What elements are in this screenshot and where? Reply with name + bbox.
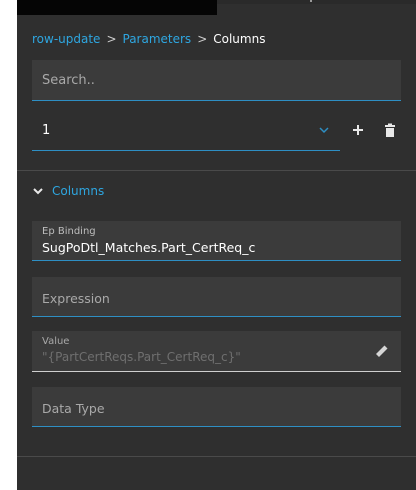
breadcrumb-row-update[interactable]: row-update <box>32 32 100 46</box>
breadcrumb-parameters[interactable]: Parameters <box>123 32 192 46</box>
data-type-placeholder: Data Type <box>42 401 105 416</box>
plus-icon[interactable] <box>350 122 366 138</box>
value-label: Value <box>42 336 70 347</box>
value-text: "{PartCertReqs.Part_CertReq_c}" <box>42 350 241 364</box>
pencil-icon[interactable] <box>374 343 390 359</box>
value-field[interactable]: Value "{PartCertReqs.Part_CertReq_c}" <box>32 331 401 372</box>
trash-icon[interactable] <box>382 122 398 138</box>
top-bar-marker <box>310 0 312 2</box>
breadcrumb-separator: > <box>106 32 117 46</box>
expression-field[interactable]: Expression <box>32 277 401 317</box>
data-type-field[interactable]: Data Type <box>32 387 401 427</box>
ep-binding-label: Ep Binding <box>42 226 96 237</box>
expression-placeholder: Expression <box>42 291 110 306</box>
section-divider <box>17 170 416 171</box>
chevron-down-icon <box>33 188 43 195</box>
breadcrumb-separator: > <box>197 32 208 46</box>
ep-binding-value: SugPoDtl_Matches.Part_CertReq_c <box>42 240 256 255</box>
breadcrumb-columns: Columns <box>213 32 266 46</box>
bottom-divider <box>17 456 416 457</box>
breadcrumb: row-update > Parameters > Columns <box>32 31 265 47</box>
section-title: Columns <box>52 184 105 198</box>
columns-section-toggle[interactable]: Columns <box>32 182 104 200</box>
column-index-value: 1 <box>42 123 51 138</box>
column-index-select[interactable]: 1 <box>32 112 340 151</box>
ep-binding-field[interactable]: Ep Binding SugPoDtl_Matches.Part_CertReq… <box>32 221 401 261</box>
top-bar-right <box>217 0 416 4</box>
search-placeholder: Search.. <box>42 73 95 88</box>
chevron-down-icon[interactable] <box>318 124 330 136</box>
top-bar-left <box>17 0 217 15</box>
search-input[interactable]: Search.. <box>32 60 401 101</box>
